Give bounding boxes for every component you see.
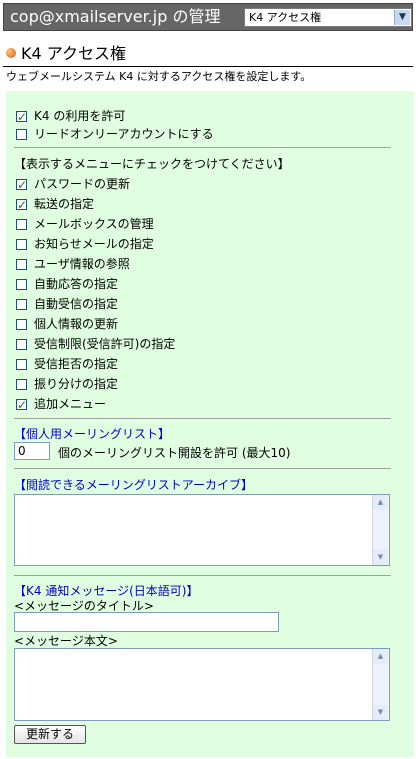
menu-item-forward[interactable]: 転送の指定	[16, 195, 95, 214]
admin-header-bar: cop@xmailserver.jp の管理 K4 アクセス権 ▼	[3, 3, 413, 31]
page-description: ウェブメールシステム K4 に対するアクセス権を設定します。	[6, 70, 312, 83]
message-body-textarea[interactable]: ▲ ▼	[14, 648, 390, 721]
checkbox[interactable]	[16, 219, 27, 230]
divider	[14, 147, 391, 148]
admin-menu-select-value: K4 アクセス権	[249, 11, 322, 24]
chevron-down-icon[interactable]: ▼	[394, 10, 410, 25]
checkbox[interactable]	[16, 396, 27, 414]
menu-item-label: 個人情報の更新	[34, 317, 119, 331]
divider	[14, 575, 391, 576]
message-title-input[interactable]	[14, 612, 279, 632]
admin-menu-select[interactable]: K4 アクセス権 ▼	[244, 8, 412, 27]
menu-item-label: 転送の指定	[34, 197, 95, 211]
update-button[interactable]: 更新する	[14, 725, 86, 744]
option-allow-k4[interactable]: K4 の利用を許可	[16, 107, 126, 126]
orange-bullet-icon	[6, 48, 16, 58]
archive-header: 【閲読できるメーリングリストアーカイブ】	[14, 478, 254, 492]
scroll-up-icon[interactable]: ▲	[373, 495, 388, 510]
menu-item-auto-reply[interactable]: 自動応答の指定	[16, 275, 118, 293]
archive-scrollbar[interactable]: ▲ ▼	[372, 495, 389, 565]
menu-item-password[interactable]: パスワードの更新	[16, 175, 131, 194]
checkbox[interactable]	[16, 339, 27, 350]
mailing-list-count-label: 個のメーリングリスト開設を許可 (最大10)	[58, 446, 291, 460]
admin-title: cop@xmailserver.jp の管理	[10, 7, 221, 26]
scroll-up-icon[interactable]: ▲	[373, 649, 388, 664]
menu-section-header: 【表示するメニューにチェックをつけてください】	[14, 157, 290, 171]
menu-item-mailbox[interactable]: メールボックスの管理	[16, 215, 154, 233]
checkbox[interactable]	[16, 379, 27, 390]
menu-item-label: 振り分けの指定	[34, 377, 119, 391]
checkbox[interactable]	[16, 259, 27, 270]
mailing-list-header: 【個人用メーリングリスト】	[14, 427, 171, 441]
page-title-text: K4 アクセス権	[21, 44, 126, 63]
option-label: K4 の利用を許可	[34, 109, 126, 123]
settings-panel: K4 の利用を許可 リードオンリーアカウントにする 【表示するメニューにチェック…	[6, 91, 414, 757]
divider	[14, 468, 391, 469]
checkbox-readonly-account[interactable]	[16, 129, 27, 140]
scroll-down-icon[interactable]: ▼	[373, 550, 388, 565]
option-readonly-account[interactable]: リードオンリーアカウントにする	[16, 125, 214, 143]
menu-item-label: ユーザ情報の参照	[34, 257, 130, 271]
checkbox[interactable]	[16, 239, 27, 250]
archive-textarea[interactable]: ▲ ▼	[14, 494, 390, 566]
menu-item-label: 自動応答の指定	[34, 277, 119, 291]
checkbox[interactable]	[16, 319, 27, 330]
menu-item-label: メールボックスの管理	[34, 217, 154, 231]
checkbox[interactable]	[16, 299, 27, 310]
menu-item-user-info[interactable]: ユーザ情報の参照	[16, 255, 130, 273]
menu-item-label: 自動受信の指定	[34, 297, 119, 311]
menu-item-label: お知らせメールの指定	[34, 237, 154, 251]
option-label: リードオンリーアカウントにする	[34, 127, 214, 141]
checkbox[interactable]	[16, 279, 27, 290]
checkbox[interactable]	[16, 176, 27, 194]
menu-item-auto-receive[interactable]: 自動受信の指定	[16, 295, 118, 313]
scroll-down-icon[interactable]: ▼	[373, 705, 388, 720]
menu-item-label: 受信拒否の指定	[34, 357, 119, 371]
menu-item-extra[interactable]: 追加メニュー	[16, 395, 107, 414]
divider	[14, 418, 391, 419]
menu-item-label: 追加メニュー	[34, 397, 107, 411]
checkbox[interactable]	[16, 196, 27, 214]
menu-item-notice-mail[interactable]: お知らせメールの指定	[16, 235, 154, 253]
menu-item-label: パスワードの更新	[34, 177, 131, 191]
checkbox[interactable]	[16, 359, 27, 370]
menu-item-receive-reject[interactable]: 受信拒否の指定	[16, 355, 118, 373]
menu-item-label: 受信制限(受信許可)の指定	[34, 337, 176, 351]
checkbox-allow-k4[interactable]	[16, 108, 27, 126]
menu-item-receive-limit[interactable]: 受信制限(受信許可)の指定	[16, 335, 175, 353]
message-body-label: <メッセージ本文>	[14, 634, 118, 648]
menu-item-personal-info[interactable]: 個人情報の更新	[16, 315, 118, 333]
message-body-scrollbar[interactable]: ▲ ▼	[372, 649, 389, 720]
menu-item-sort[interactable]: 振り分けの指定	[16, 375, 118, 393]
title-divider	[3, 66, 413, 67]
mailing-list-count-input[interactable]: 0	[14, 442, 50, 460]
page-title: K4 アクセス権	[6, 44, 126, 64]
